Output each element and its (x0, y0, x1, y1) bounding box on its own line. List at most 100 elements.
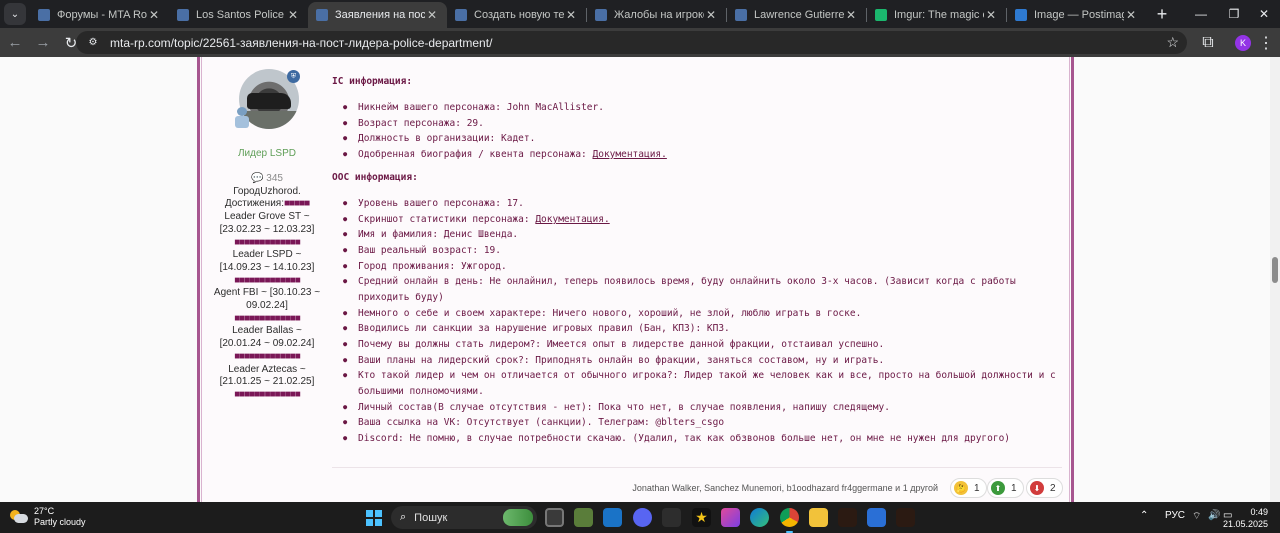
address-bar[interactable]: ⚙ mta-rp.com/topic/22561-заявления-на-по… (76, 31, 1187, 54)
ic-item: Никнейм вашего персонажа: John MacAllist… (343, 100, 1063, 116)
achievement-2-line-1: Leader LSPD ~ (232, 249, 302, 261)
language-indicator[interactable]: РУС (1165, 510, 1185, 521)
volume-icon[interactable]: 🔊 (1208, 510, 1220, 521)
game-icon[interactable] (838, 508, 857, 527)
thinking-emoji-icon: 🤔 (954, 481, 968, 495)
site-info-icon[interactable]: ⚙ (86, 37, 100, 49)
forum-favicon-icon (177, 9, 189, 21)
ic-heading: IC информация: (332, 76, 413, 87)
tab-close-icon[interactable]: ✕ (564, 8, 578, 22)
minecraft-icon[interactable] (574, 508, 593, 527)
ic-item-label: Возраст персонажа: (358, 118, 461, 129)
edge-icon[interactable] (750, 508, 769, 527)
ooc-item: Уровень вашего персонажа: 17. (343, 196, 1063, 212)
achievements-label: Достижения:■■■■■ (202, 198, 332, 211)
achievement-4-line-2: [20.01.24 ~ 09.02.24] (219, 338, 315, 350)
upvote-icon: ⬆ (991, 481, 1005, 495)
ooc-item: Ваши планы на лидерский срок?: Приподнят… (343, 353, 1063, 369)
forum-favicon-icon (735, 9, 747, 21)
back-button[interactable]: ← (2, 30, 28, 56)
stats-screenshot-link[interactable]: Документация. (535, 214, 609, 225)
tab-close-icon[interactable]: ✕ (704, 8, 718, 22)
page-viewport: ⛨ Лидер LSPD 💬 345 ГородUzhorod. Достиже… (0, 57, 1280, 502)
forum-favicon-icon (595, 9, 607, 21)
reaction-count: 2 (1050, 482, 1056, 494)
ic-item-label: Должность в организации: (358, 133, 496, 144)
tab-title: Жалобы на игроков - MTA (614, 9, 704, 21)
tab-title: Заявления на пост лидера (335, 9, 425, 21)
ic-item-value: 29. (466, 118, 484, 129)
postimages-favicon-icon (1015, 9, 1027, 21)
discord-icon[interactable] (633, 508, 652, 527)
achievement-blocks: ■■■■■ (283, 198, 310, 210)
tab-lawrence-gutierrez[interactable]: Lawrence Gutierrez 16.03.25 ✕ (727, 2, 866, 28)
achievement-2-line-2: [14.09.23 ~ 14.10.23] (219, 261, 315, 273)
reactions-by-text[interactable]: Jonathan Walker, Sanchez Munemori, b1ood… (632, 483, 938, 493)
tab-leader-applications[interactable]: Заявления на пост лидера ✕ (308, 2, 447, 28)
ic-item: Одобренная биография / квента персонажа:… (343, 147, 1063, 163)
ooc-item: Имя и фамилия: Денис Швенда. (343, 227, 1063, 243)
achievement-4-line-1: Leader Ballas ~ (232, 325, 302, 337)
page-scrollbar[interactable] (1270, 57, 1280, 502)
outlook-icon[interactable] (603, 508, 622, 527)
comment-icon: 💬 (251, 173, 264, 184)
message-count-value: 345 (266, 173, 283, 184)
tab-imgur[interactable]: Imgur: The magic of the Internet ✕ (867, 2, 1006, 28)
new-tab-button[interactable]: + (1150, 2, 1174, 26)
ooc-item: Кто такой лидер и чем он отличается от о… (343, 368, 1063, 399)
url-text[interactable]: mta-rp.com/topic/22561-заявления-на-пост… (110, 36, 492, 50)
system-clock[interactable]: 0:49 21.05.2025 (1223, 506, 1268, 530)
wifi-icon[interactable]: ⌔ (1192, 510, 1201, 523)
ooc-item: Ваш реальный возраст: 19. (343, 243, 1063, 259)
tab-close-icon[interactable]: ✕ (984, 8, 998, 22)
tab-close-icon[interactable]: ✕ (844, 8, 858, 22)
start-tile (375, 519, 382, 526)
ooc-item: Средний онлайн в день: Не онлайнил, тепе… (343, 274, 1063, 305)
tab-title: Форумы - MTA Role Play (57, 9, 147, 21)
game-icon[interactable] (896, 508, 915, 527)
weather-desc: Partly cloudy (34, 517, 86, 527)
scrollbar-thumb[interactable] (1272, 257, 1278, 283)
chrome-icon[interactable] (780, 508, 799, 533)
downvote-icon: ⬇ (1030, 481, 1044, 495)
file-explorer-icon[interactable] (809, 508, 828, 527)
tab-new-topic[interactable]: Создать новую тему - MTA ✕ (447, 2, 586, 28)
tab-title: Imgur: The magic of the Internet (894, 9, 984, 21)
profile-avatar[interactable]: K (1233, 31, 1253, 54)
tab-lspd[interactable]: Los Santos Police Department ✕ (169, 2, 308, 28)
reaction-thinking[interactable]: 🤔 1 (950, 478, 987, 498)
tab-forums[interactable]: Форумы - MTA Role Play ✕ (30, 2, 169, 28)
menu-kebab-icon[interactable]: ⋮ (1258, 31, 1274, 54)
reaction-downvote[interactable]: ⬇ 2 (1026, 478, 1063, 498)
weather-widget[interactable]: 27°C Partly cloudy (10, 506, 86, 528)
ooc-heading: OOC информация: (332, 172, 418, 183)
store-icon[interactable] (867, 508, 886, 527)
shield-badge-icon: ⛨ (287, 70, 300, 83)
achievement-1-line-1: Leader Grove ST ~ (224, 211, 310, 223)
tab-close-icon[interactable]: ✕ (425, 8, 439, 22)
start-tile (366, 519, 373, 526)
biography-link[interactable]: Документация. (593, 149, 667, 160)
tab-close-icon[interactable]: ✕ (147, 8, 161, 22)
close-window-button[interactable]: ✕ (1244, 0, 1280, 28)
taskbar-search[interactable]: ⌕ Пошук (391, 506, 537, 529)
tab-close-icon[interactable]: ✕ (1124, 8, 1138, 22)
post-divider (332, 467, 1062, 468)
achievement-3-line-1: Agent FBI ~ [30.10.23 ~ (213, 287, 321, 299)
reaction-count: 1 (1011, 482, 1017, 494)
start-button[interactable] (366, 510, 382, 526)
app-icon[interactable] (662, 508, 681, 527)
bookmark-star-icon[interactable]: ☆ (1166, 34, 1179, 51)
task-view-icon[interactable] (545, 508, 564, 527)
extensions-icon[interactable]: ⧉ (1198, 31, 1218, 54)
tray-overflow-chevron-icon[interactable]: ⌃ (1140, 510, 1148, 521)
ooc-item: Ваша ссылка на VK: Отсутствует (санкции)… (343, 415, 1063, 431)
tab-player-complaints[interactable]: Жалобы на игроков - MTA ✕ (587, 2, 726, 28)
reaction-upvote[interactable]: ⬆ 1 (987, 478, 1024, 498)
star-app-icon[interactable]: ★ (692, 508, 711, 527)
tab-close-icon[interactable]: ✕ (286, 8, 300, 22)
forward-button[interactable]: → (30, 30, 56, 56)
copilot-icon[interactable] (721, 508, 740, 527)
tab-postimages[interactable]: Image — Postimages ✕ (1007, 2, 1146, 28)
tab-search-button[interactable]: ⌄ (4, 3, 26, 25)
